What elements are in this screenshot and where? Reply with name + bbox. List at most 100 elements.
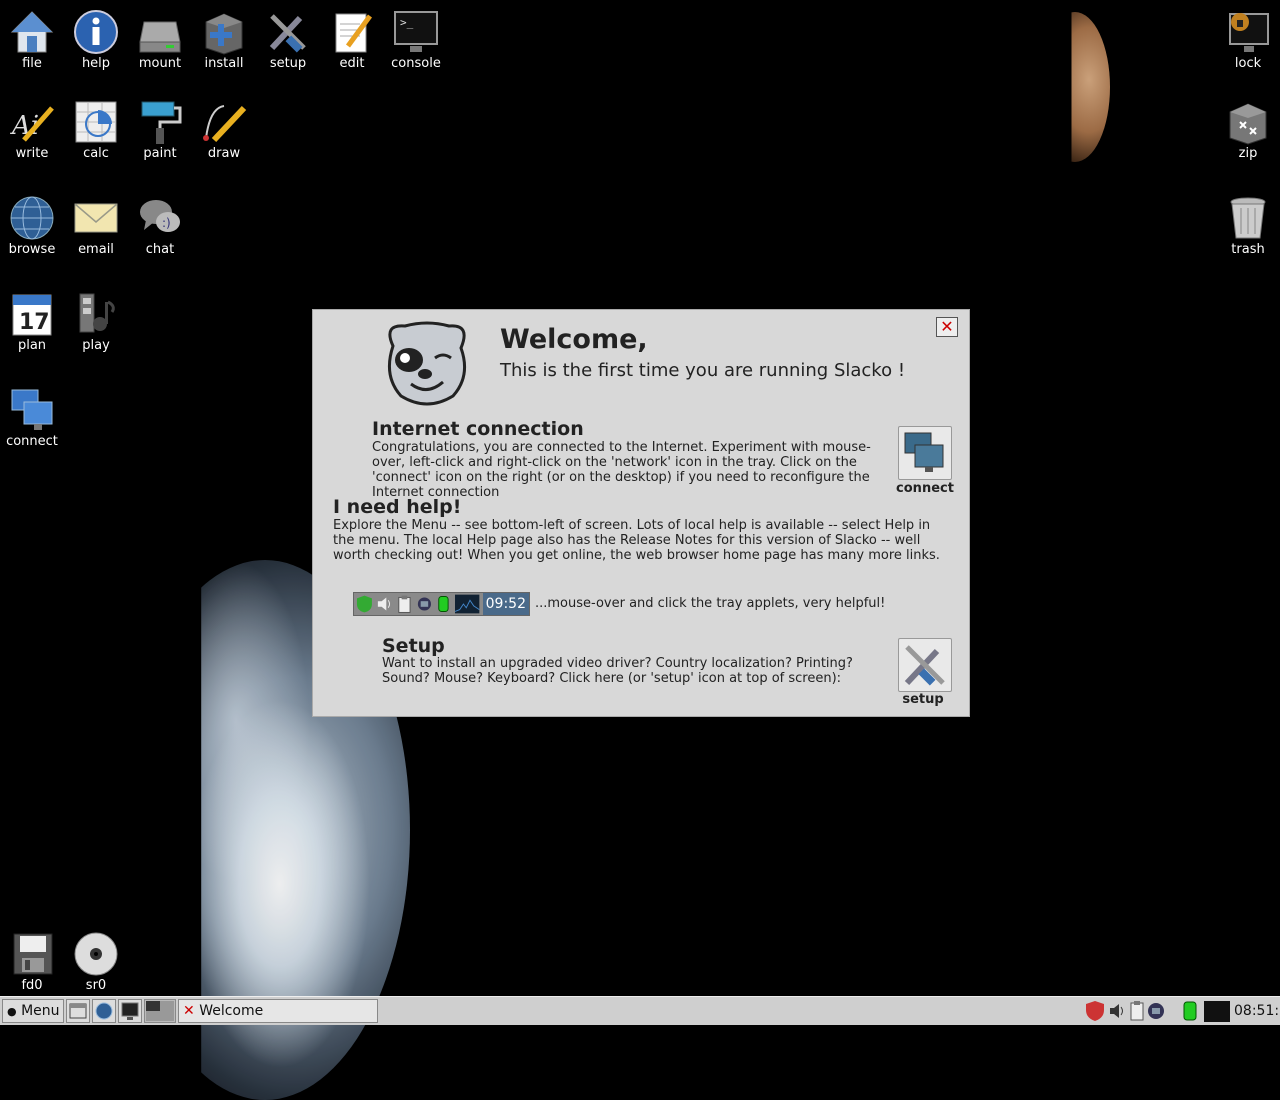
spreadsheet-icon [72, 98, 120, 146]
volume-icon[interactable] [1110, 1004, 1123, 1018]
close-icon: ✕ [940, 317, 954, 336]
desktop-icon-fd0[interactable]: fd0 [0, 930, 64, 993]
close-button[interactable]: ✕ [936, 317, 958, 337]
desktop-icon-label: email [78, 242, 114, 257]
desktop-icon-chat[interactable]: :) chat [128, 194, 192, 257]
desktop-icon-label: console [391, 56, 441, 71]
dialog-subtitle: This is the first time you are running S… [500, 360, 906, 381]
tray-hint: ...mouse-over and click the tray applets… [535, 596, 886, 611]
desktop-icon-play[interactable]: play [64, 290, 128, 353]
terminal-icon [121, 1002, 139, 1020]
desktop-icon-label: fd0 [21, 978, 43, 993]
desktop-icon-label: file [22, 56, 42, 71]
puppy-menu-icon: ● [7, 1005, 17, 1018]
desktop-icon-console[interactable]: >_ console [384, 8, 448, 71]
desktop-icon-draw[interactable]: draw [192, 98, 256, 161]
desktop-icon-edit[interactable]: edit [320, 8, 384, 71]
x-icon: ✕ [183, 1003, 195, 1019]
setup-button[interactable] [898, 638, 952, 692]
paint-roller-icon [136, 98, 184, 146]
connect-button[interactable] [898, 426, 952, 480]
desktop-icon-lock[interactable]: lock [1216, 8, 1280, 71]
desktop-icon-label: play [82, 338, 110, 353]
window-title: Welcome [199, 1003, 264, 1019]
internet-body: Congratulations, you are connected to th… [372, 440, 871, 500]
desktop-icon-label: install [204, 56, 244, 71]
cdrom-icon [72, 930, 120, 978]
desktop-icon-sr0[interactable]: sr0 [64, 930, 128, 993]
info-icon [72, 8, 120, 56]
taskbar-window-welcome[interactable]: ✕ Welcome [178, 999, 378, 1023]
desktop-icon-label: calc [83, 146, 109, 161]
help-body: Explore the Menu -- see bottom-left of s… [333, 518, 940, 563]
desktop-icon-mount[interactable]: mount [128, 8, 192, 71]
workspace-pager[interactable] [144, 999, 176, 1023]
shield-icon [356, 595, 372, 613]
cpu-graph-icon [455, 594, 480, 614]
desktop-icon-zip[interactable]: zip [1216, 98, 1280, 161]
envelope-icon [72, 194, 120, 242]
globe-icon [95, 1002, 113, 1020]
browser-launch-button[interactable] [92, 999, 116, 1023]
chat-bubbles-icon: :) [136, 194, 184, 242]
internet-heading: Internet connection [372, 418, 584, 440]
desktop-icon-write[interactable]: Ai write [0, 98, 64, 161]
disk-usage-icon[interactable] [1183, 1001, 1197, 1021]
taskbar: ● Menu ✕ Welcome 08:51: [0, 996, 1280, 1025]
setup-body: Want to install an upgraded video driver… [382, 656, 853, 686]
tools-icon [264, 8, 312, 56]
desktop-icon-label: draw [207, 146, 241, 161]
desktop-icon-label: help [81, 56, 111, 71]
desktop-icon-setup[interactable]: setup [256, 8, 320, 71]
desktop-icon-install[interactable]: install [192, 8, 256, 71]
desktop-icon-label: paint [143, 146, 177, 161]
home-icon [8, 8, 56, 56]
console-launch-button[interactable] [118, 999, 142, 1023]
globe-icon [8, 194, 56, 242]
terminal-icon: >_ [392, 8, 440, 56]
write-icon: Ai [8, 98, 56, 146]
desktop-icon-label: mount [138, 56, 182, 71]
drive-icon [136, 8, 184, 56]
desktop-icon-label: zip [1238, 146, 1258, 161]
desktop-icon-file[interactable]: file [0, 8, 64, 71]
tray-demo-image: 09:52 [353, 592, 530, 616]
welcome-dialog: ✕ Welcome, This is the first time you ar… [312, 309, 970, 717]
menu-label: Menu [21, 1003, 60, 1019]
network-monitors-icon [8, 386, 56, 434]
cpu-graph-icon[interactable] [1204, 1001, 1230, 1022]
network-monitors-icon [904, 432, 944, 472]
svg-text:>_: >_ [400, 16, 414, 29]
desktop-icon-label: sr0 [85, 978, 107, 993]
desktop-icon-trash[interactable]: trash [1216, 194, 1280, 257]
clipboard-icon[interactable] [1130, 1001, 1144, 1021]
desktop-icon-browse[interactable]: browse [0, 194, 64, 257]
desktop-icon-label: plan [17, 338, 47, 353]
taskbar-clock[interactable]: 08:51: [1234, 999, 1280, 1023]
menu-button[interactable]: ● Menu [2, 999, 64, 1023]
archive-box-icon [1224, 98, 1272, 146]
wallpaper-moon [1071, 12, 1110, 162]
package-add-icon [200, 8, 248, 56]
desktop-icon-connect[interactable]: connect [0, 386, 64, 449]
desktop-icon-plan[interactable]: 17 plan [0, 290, 64, 353]
desktop-icon-label: setup [269, 56, 307, 71]
network-icon[interactable] [1148, 1003, 1164, 1019]
media-icon [72, 290, 120, 338]
draw-icon [200, 98, 248, 146]
calendar-icon: 17 [8, 290, 56, 338]
tray-demo-clock: 09:52 [482, 593, 529, 615]
firewall-shield-icon[interactable] [1086, 1001, 1104, 1021]
speaker-icon [377, 597, 390, 611]
tools-icon [904, 645, 945, 686]
desktop-icon-email[interactable]: email [64, 194, 128, 257]
desktop-icon-label: browse [8, 242, 56, 257]
desktop-icon-help[interactable]: help [64, 8, 128, 71]
desktop-icon-label: lock [1234, 56, 1262, 71]
connect-label: connect [896, 481, 954, 496]
desktop-icon-calc[interactable]: calc [64, 98, 128, 161]
pager-icon [146, 1001, 174, 1021]
show-desktop-button[interactable] [66, 999, 90, 1023]
system-tray [1086, 999, 1230, 1023]
desktop-icon-paint[interactable]: paint [128, 98, 192, 161]
